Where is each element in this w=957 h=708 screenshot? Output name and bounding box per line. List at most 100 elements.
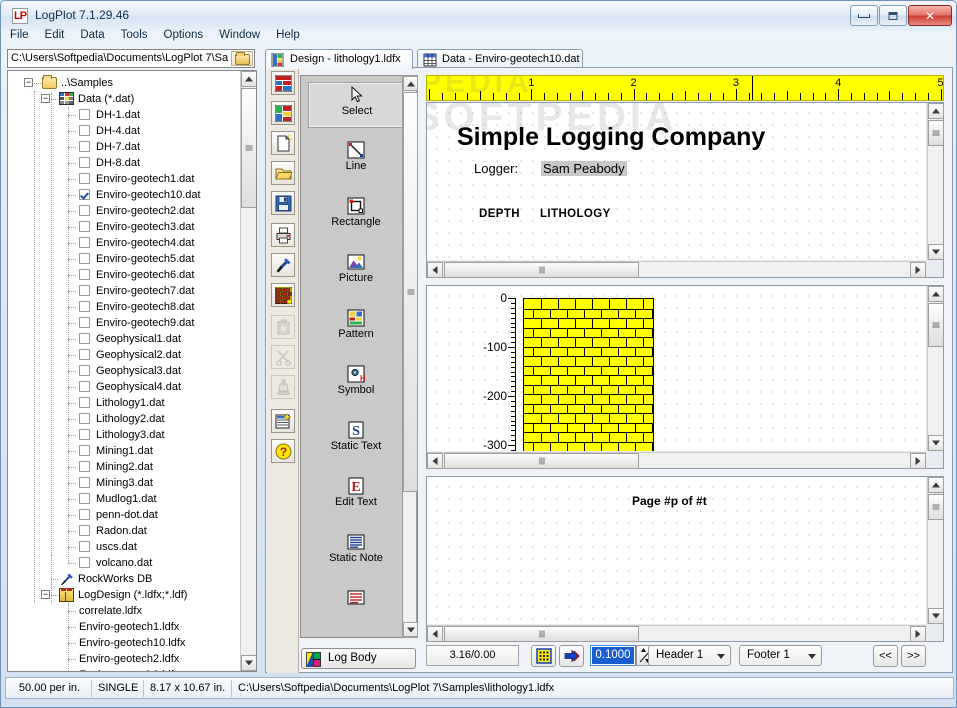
menu-item-help[interactable]: Help: [268, 26, 308, 44]
file-tree[interactable]: − ..\Samples − Data (*.dat) DH-1.dat DH-4.dat…: [8, 71, 241, 671]
menu-item-edit[interactable]: Edit: [37, 26, 73, 44]
tree-item-dat[interactable]: Enviro-geotech7.dat: [8, 283, 241, 299]
tree-item-checkbox[interactable]: [79, 221, 90, 232]
tree-item-checkbox[interactable]: [79, 381, 90, 392]
tree-item-checkbox[interactable]: [79, 397, 90, 408]
tree-item-checkbox[interactable]: [79, 413, 90, 424]
save-disk-button[interactable]: [271, 191, 295, 215]
header-canvas[interactable]: SOFTPEDIA Simple Logging Company Logger:…: [427, 103, 926, 260]
tree-item-checkbox[interactable]: [79, 237, 90, 248]
maximize-button[interactable]: [879, 5, 907, 26]
minimize-button[interactable]: [850, 5, 878, 26]
tree-item-checkbox[interactable]: [79, 445, 90, 456]
tree-scroll-down-button[interactable]: [241, 655, 256, 671]
palette-tool-static-text[interactable]: S Static Text: [308, 418, 404, 462]
expander-icon[interactable]: −: [41, 94, 50, 103]
tree-item-checkbox[interactable]: [79, 141, 90, 152]
tab-design[interactable]: Design - lithology1.ldfx: [265, 49, 413, 69]
tree-scroll-thumb[interactable]: [241, 88, 256, 208]
tree-item-dat[interactable]: Geophysical3.dat: [8, 363, 241, 379]
brick-pattern-button[interactable]: [271, 283, 295, 307]
logbody-hscrollbar[interactable]: [427, 452, 926, 469]
tree-item-dat[interactable]: penn-dot.dat: [8, 507, 241, 523]
footer-vscrollbar[interactable]: [927, 477, 944, 624]
menu-item-data[interactable]: Data: [72, 26, 112, 44]
palette-tool-line[interactable]: Line: [308, 138, 404, 182]
tree-item-dat[interactable]: Lithology2.dat: [8, 411, 241, 427]
tree-item-dat[interactable]: Geophysical4.dat: [8, 379, 241, 395]
design-sheet-button[interactable]: [271, 101, 295, 125]
tree-item-checkbox[interactable]: [79, 525, 90, 536]
column-header-depth[interactable]: DEPTH: [479, 208, 520, 220]
report-wizard-button[interactable]: [271, 409, 295, 433]
logbody-scroll-down-button[interactable]: [928, 435, 944, 451]
tree-item-ldfx[interactable]: correlate.ldfx: [8, 603, 241, 619]
tree-item-dat[interactable]: Enviro-geotech4.dat: [8, 235, 241, 251]
tree-item-ldfx[interactable]: Enviro-geotech10.ldfx: [8, 635, 241, 651]
tree-scrollbar[interactable]: [240, 71, 256, 671]
tree-item-ldfx[interactable]: Enviro-geotech3.ldfx: [8, 667, 241, 671]
expander-icon[interactable]: −: [24, 78, 33, 87]
tree-item-dat[interactable]: Enviro-geotech1.dat: [8, 171, 241, 187]
tree-item-dat[interactable]: DH-4.dat: [8, 123, 241, 139]
close-button[interactable]: ✕: [908, 5, 952, 26]
prev-page-button[interactable]: <<: [873, 645, 898, 667]
tree-item-checkbox[interactable]: [79, 429, 90, 440]
tree-item-checkbox[interactable]: [79, 301, 90, 312]
tab-data[interactable]: Data - Enviro-geotech10.dat: [417, 49, 583, 69]
lithology-pattern-block[interactable]: [523, 298, 654, 451]
tree-item-checkbox[interactable]: [79, 541, 90, 552]
footer-scroll-up-button[interactable]: [928, 477, 944, 493]
tree-item-checkbox[interactable]: [79, 349, 90, 360]
tree-item-ldfx[interactable]: Enviro-geotech2.ldfx: [8, 651, 241, 667]
palette-tool-select[interactable]: Select: [308, 82, 406, 128]
tree-item-checkbox[interactable]: [79, 269, 90, 280]
tree-item-checkbox[interactable]: [79, 477, 90, 488]
menu-item-window[interactable]: Window: [211, 26, 268, 44]
footer-scroll-down-button[interactable]: [928, 608, 944, 624]
header-scroll-left-button[interactable]: [427, 262, 443, 278]
tree-item-checkbox[interactable]: [79, 173, 90, 184]
menu-item-tools[interactable]: Tools: [113, 26, 156, 44]
expander-icon[interactable]: −: [41, 590, 50, 599]
header-scroll-right-button[interactable]: [910, 262, 926, 278]
tree-item-checkbox[interactable]: [79, 461, 90, 472]
logbody-vscroll-thumb[interactable]: [928, 303, 944, 347]
palette-tool-pattern[interactable]: Pattern: [308, 306, 404, 350]
tree-item-dat[interactable]: volcano.dat: [8, 555, 241, 571]
logger-label[interactable]: Logger:: [474, 161, 518, 176]
tree-scroll-up-button[interactable]: [241, 71, 256, 87]
print-button[interactable]: [271, 223, 295, 247]
log-body-canvas[interactable]: 0 -100 -200 -300: [427, 286, 926, 451]
logbody-vscrollbar[interactable]: [927, 286, 944, 451]
new-file-button[interactable]: [271, 131, 295, 155]
logger-value[interactable]: Sam Peabody: [541, 161, 627, 176]
footer-canvas[interactable]: Page #p of #t: [427, 477, 926, 624]
help-question-button[interactable]: ?: [271, 439, 295, 463]
palette-tool-edit-text[interactable]: E Edit Text: [308, 474, 404, 518]
tree-item-ldfx[interactable]: Enviro-geotech1.ldfx: [8, 619, 241, 635]
footer-scroll-left-button[interactable]: [427, 626, 443, 642]
header-vscrollbar[interactable]: [927, 103, 944, 260]
logbody-scroll-right-button[interactable]: [910, 453, 926, 469]
palette-tool-symbol[interactable]: HSymbol: [308, 362, 404, 406]
tree-item-dat[interactable]: Mining2.dat: [8, 459, 241, 475]
tree-item-checkbox[interactable]: [79, 285, 90, 296]
logbody-hscroll-thumb[interactable]: [444, 453, 639, 469]
header-hscrollbar[interactable]: [427, 261, 926, 278]
tree-item-checkbox[interactable]: [79, 317, 90, 328]
palette-tool-partial[interactable]: [308, 586, 404, 630]
log-body-button[interactable]: Log Body: [301, 648, 416, 669]
tree-item-dat[interactable]: Geophysical1.dat: [8, 331, 241, 347]
header-vscroll-thumb[interactable]: [928, 120, 944, 146]
hammer-button[interactable]: [271, 253, 295, 277]
tree-item-dat[interactable]: Enviro-geotech3.dat: [8, 219, 241, 235]
palette-scrollbar[interactable]: [402, 75, 418, 638]
tree-item-dat[interactable]: Geophysical2.dat: [8, 347, 241, 363]
tree-item-checkbox[interactable]: [79, 157, 90, 168]
pattern-grid-button[interactable]: [531, 645, 556, 667]
path-input[interactable]: C:\Users\Softpedia\Documents\LogPlot 7\S…: [7, 49, 255, 68]
tree-item-checkbox[interactable]: [79, 493, 90, 504]
header-hscroll-thumb[interactable]: [444, 262, 639, 278]
tree-node-samples[interactable]: − ..\Samples: [8, 75, 241, 91]
